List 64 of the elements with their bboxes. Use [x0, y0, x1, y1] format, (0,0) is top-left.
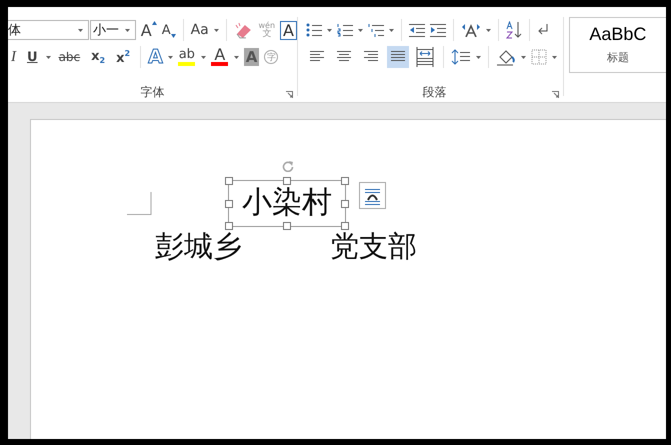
caret-icon[interactable]: [326, 28, 332, 32]
caret-icon[interactable]: [520, 56, 526, 59]
align-distributed-button[interactable]: [414, 46, 436, 68]
numbered-list-icon[interactable]: [336, 23, 353, 38]
font-size-dropdown[interactable]: 小一: [90, 20, 136, 40]
align-justify-button[interactable]: [386, 46, 409, 68]
launcher-icon[interactable]: [286, 91, 293, 98]
launcher-icon[interactable]: [552, 91, 559, 98]
resize-handle[interactable]: [341, 222, 349, 230]
text-wrap-icon: [363, 186, 382, 205]
group-label: 段落: [422, 84, 446, 101]
text-box[interactable]: 小染村: [228, 180, 346, 227]
letter-arrows-icon[interactable]: [460, 23, 481, 38]
script-button[interactable]: x$^{2}$: [113, 48, 134, 66]
font-color-button[interactable]: A: [210, 48, 229, 66]
caret-icon[interactable]: [214, 28, 219, 32]
rotate-handle-icon[interactable]: [282, 160, 294, 172]
align-lines-icon: [416, 47, 434, 68]
group-label: 字体: [140, 84, 164, 101]
down-triangle-icon[interactable]: [170, 34, 176, 38]
caret-icon[interactable]: [78, 28, 84, 32]
borders-icon[interactable]: [530, 49, 547, 66]
style-gallery-item[interactable]: AaBbC 标题: [568, 17, 666, 73]
text-effects-button[interactable]: A: [148, 46, 163, 68]
font-name-dropdown[interactable]: 体: [8, 20, 90, 40]
shrink-font-button[interactable]: A: [162, 22, 176, 38]
bullet-list-icon[interactable]: [306, 23, 322, 38]
highlight-button[interactable]: ab: [178, 48, 196, 66]
decrease-indent-icon[interactable]: [408, 23, 425, 38]
character-border-button[interactable]: A: [280, 20, 297, 40]
caret-icon[interactable]: [476, 56, 481, 59]
caret-icon[interactable]: [552, 56, 557, 59]
paint-bucket-icon[interactable]: [496, 48, 516, 66]
resize-handle[interactable]: [225, 200, 233, 208]
grow-font-button[interactable]: A: [140, 20, 157, 40]
margin-corner-icon: [127, 192, 152, 215]
document-text: 彭城乡: [155, 231, 242, 261]
italic-button[interactable]: I: [8, 48, 19, 66]
caret-icon[interactable]: [168, 56, 173, 59]
layout-options-button[interactable]: [359, 182, 386, 209]
caret-icon[interactable]: [486, 28, 491, 32]
eraser-icon[interactable]: [234, 21, 254, 40]
sort-icon[interactable]: [506, 21, 522, 40]
resize-handle[interactable]: [283, 222, 291, 230]
caret-icon[interactable]: [124, 28, 130, 32]
caret-icon[interactable]: [388, 28, 394, 32]
line-spacing-icon[interactable]: [450, 48, 471, 66]
resize-handle[interactable]: [341, 200, 349, 208]
resize-handle[interactable]: [225, 222, 233, 230]
resize-handle[interactable]: [225, 177, 233, 185]
caret-icon[interactable]: [46, 56, 51, 59]
caret-icon[interactable]: [200, 56, 206, 59]
up-triangle-icon[interactable]: [152, 20, 157, 25]
document-text: 党支部: [330, 231, 417, 261]
increase-indent-icon[interactable]: [430, 23, 446, 38]
caret-icon[interactable]: [234, 56, 239, 59]
underline-button[interactable]: U: [24, 50, 41, 65]
multilevel-list-icon[interactable]: [368, 23, 384, 38]
caret-icon[interactable]: [358, 28, 363, 32]
resize-handle[interactable]: [341, 177, 349, 185]
script-button[interactable]: x$_{2}$: [88, 49, 108, 66]
resize-handle[interactable]: [283, 177, 291, 185]
change-case-button[interactable]: Aa: [190, 22, 209, 38]
strikethrough-button[interactable]: abc: [56, 50, 84, 64]
